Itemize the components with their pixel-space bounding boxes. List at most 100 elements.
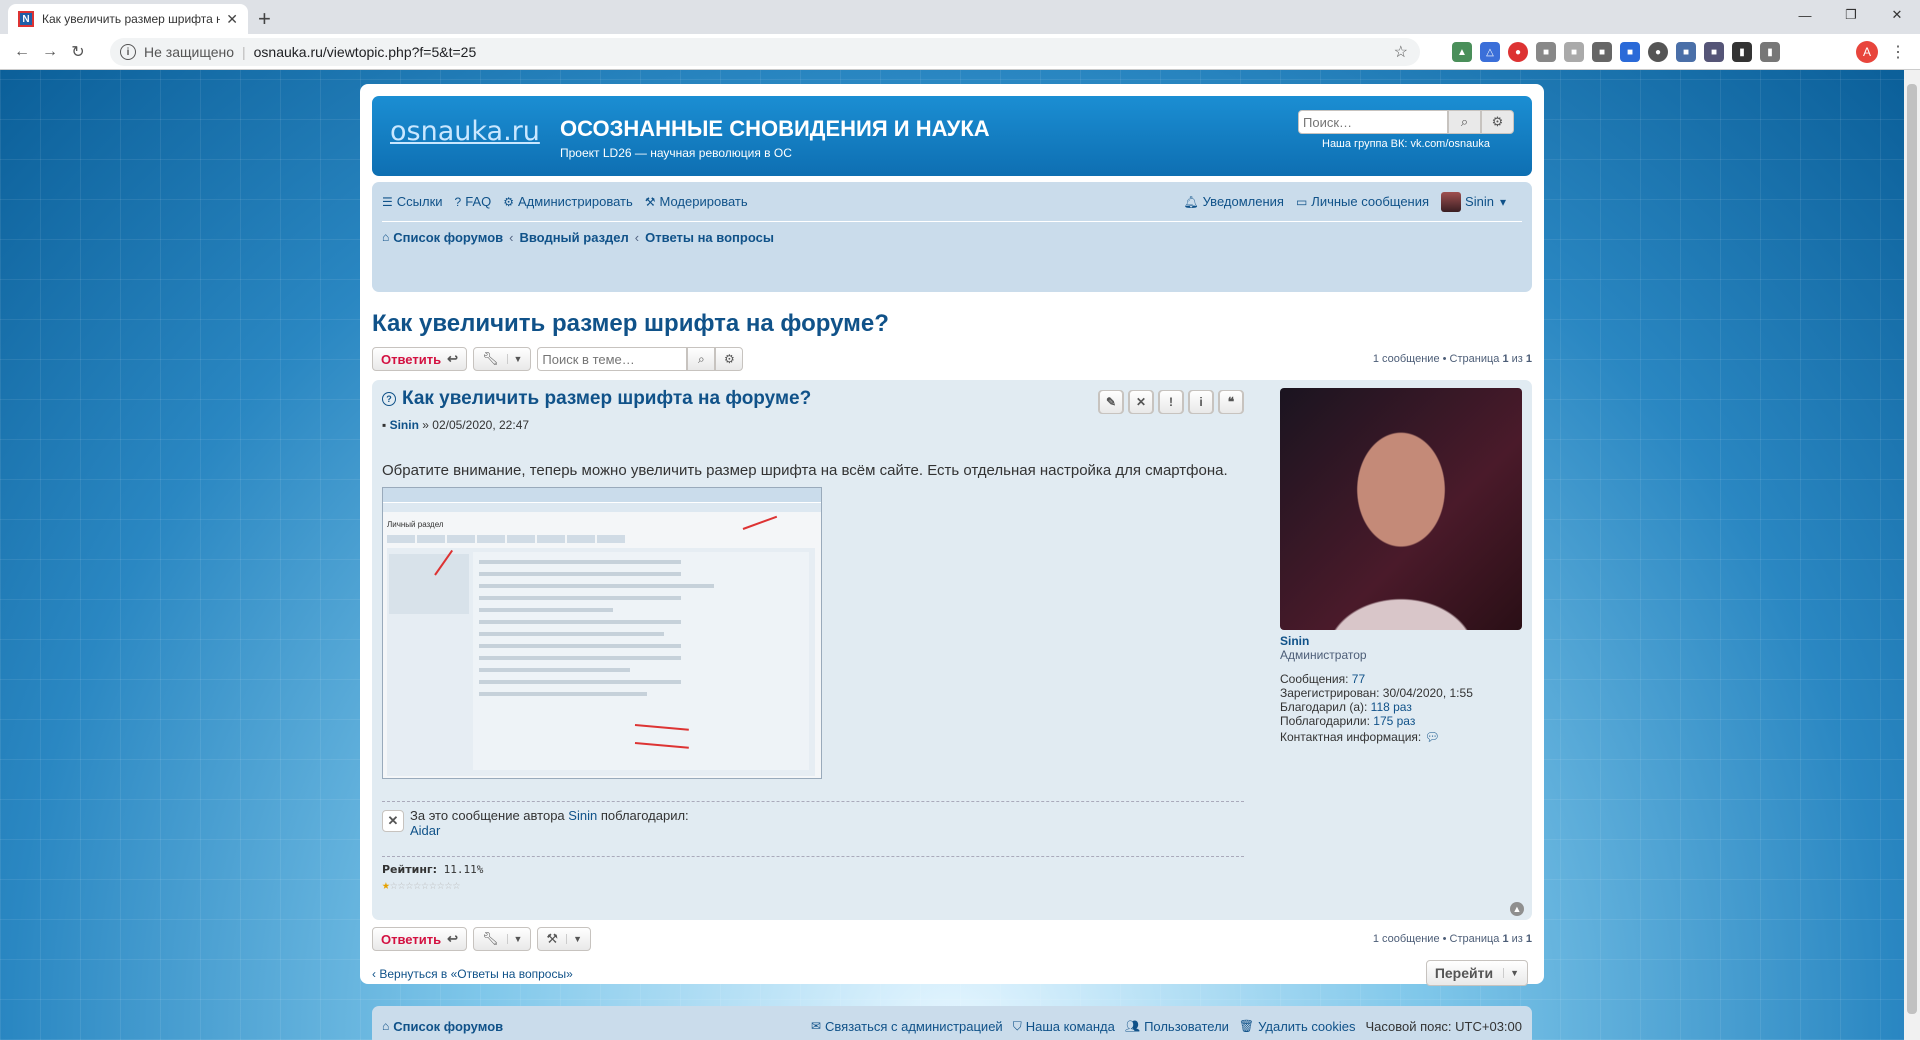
thanked-count[interactable]: 118 раз: [1371, 700, 1412, 714]
breadcrumb-home-label: Список форумов: [393, 229, 504, 245]
insecure-label: Не защищено: [144, 44, 234, 60]
scrollbar-thumb[interactable]: [1907, 84, 1917, 1014]
bookmark-star-icon[interactable]: ☆: [1394, 42, 1408, 62]
back-to-forum-link[interactable]: ‹ Вернуться в «Ответы на вопросы»: [372, 967, 573, 981]
breadcrumb-section[interactable]: Вводный раздел: [519, 230, 628, 245]
post-author-link[interactable]: Sinin: [390, 418, 419, 432]
back-icon[interactable]: ←: [8, 43, 36, 61]
extension-icon[interactable]: ■: [1676, 42, 1696, 62]
navbar: ☰ Ссылки ? FAQ ⚙ Администрировать ⚒ Модериро…: [372, 182, 1532, 292]
advanced-search-button[interactable]: ⚙: [1481, 110, 1514, 134]
rating-stars[interactable]: ★☆☆☆☆☆☆☆☆☆: [382, 878, 1244, 893]
rating-star-icon[interactable]: ☆: [413, 878, 421, 893]
extension-icon[interactable]: ■: [1704, 42, 1724, 62]
nav-admin[interactable]: ⚙ Администрировать: [503, 194, 633, 209]
thanks-block: ✕ За это сообщение автора Sinin поблагод…: [382, 801, 1244, 838]
post-attachment-image[interactable]: Личный раздел: [382, 487, 822, 779]
quick-mod-tools-button[interactable]: ⚒ ▼: [537, 927, 591, 951]
minimize-icon[interactable]: —: [1782, 0, 1828, 30]
topic-tools-button[interactable]: 🔧︎ ▼: [472, 347, 532, 371]
page-total: 1: [1525, 933, 1532, 945]
browser-tab[interactable]: N Как увеличить размер шрифта н ✕: [8, 4, 248, 34]
wrench-icon: 🔧︎: [481, 351, 499, 366]
nav-faq[interactable]: ? FAQ: [455, 194, 492, 209]
reload-icon[interactable]: ↻: [64, 42, 92, 62]
footer-members-link[interactable]: 👥︎ Пользователи: [1125, 1019, 1229, 1034]
report-post-button[interactable]: !: [1158, 390, 1184, 414]
thanks-author-link[interactable]: Sinin: [568, 808, 597, 823]
delete-post-button[interactable]: ✕: [1128, 390, 1154, 414]
topic-search-button[interactable]: ⌕: [687, 347, 716, 371]
posts-count[interactable]: 77: [1352, 672, 1365, 686]
breadcrumb-forum[interactable]: Ответы на вопросы: [645, 230, 774, 245]
rating-star-icon[interactable]: ☆: [437, 878, 445, 893]
nav-private-messages[interactable]: ▭ Личные сообщения: [1296, 194, 1429, 209]
extension-icon[interactable]: ■: [1620, 42, 1640, 62]
back-to-top-icon[interactable]: ▲: [1510, 902, 1524, 916]
rating-star-icon[interactable]: ☆: [390, 878, 398, 893]
footer-delete-cookies-link[interactable]: 🗑︎ Удалить cookies: [1239, 1019, 1356, 1034]
extension-icon[interactable]: ●: [1648, 42, 1668, 62]
pagination-top: 1 сообщение • Страница 1 из 1: [1373, 353, 1532, 365]
contact-chat-icon[interactable]: 💬︎: [1425, 730, 1440, 744]
forward-icon[interactable]: →: [36, 43, 64, 61]
menu-icon: ☰: [382, 194, 393, 209]
author-name[interactable]: Sinin: [1280, 634, 1522, 648]
footer-contact-link[interactable]: ✉ Связаться с администрацией: [811, 1019, 1003, 1034]
quote-post-button[interactable]: ❝: [1218, 390, 1244, 414]
rating-star-icon[interactable]: ☆: [452, 878, 460, 893]
topic-search-input[interactable]: [537, 347, 688, 371]
browser-menu-icon[interactable]: ⋮: [1890, 42, 1906, 62]
address-bar[interactable]: i Не защищено | osnauka.ru/viewtopic.php…: [110, 38, 1420, 66]
breadcrumb-home[interactable]: ⌂ Список форумов: [382, 230, 503, 245]
remove-thanks-button[interactable]: ✕: [382, 810, 404, 832]
topic-advanced-search-button[interactable]: ⚙: [715, 347, 744, 371]
extension-icon[interactable]: ▲: [1452, 42, 1472, 62]
reply-button[interactable]: Ответить ↩: [372, 347, 467, 371]
topic-title[interactable]: Как увеличить размер шрифта на форуме?: [372, 310, 1532, 338]
page-scrollbar[interactable]: [1904, 70, 1920, 1040]
search-input[interactable]: [1298, 110, 1448, 134]
forum-wrapper: osnauka.ru ОСОЗНАННЫЕ СНОВИДЕНИЯ И НАУКА…: [360, 84, 1544, 1040]
post-info-button[interactable]: i: [1188, 390, 1214, 414]
author-avatar[interactable]: [1280, 388, 1522, 630]
info-icon[interactable]: i: [120, 44, 136, 60]
extension-icon[interactable]: ▮: [1760, 42, 1780, 62]
window-close-icon[interactable]: ✕: [1874, 0, 1920, 30]
extension-icon[interactable]: ■: [1536, 42, 1556, 62]
tab-close-icon[interactable]: ✕: [226, 11, 238, 28]
nav-notifications[interactable]: 🔔︎ Уведомления: [1183, 194, 1284, 209]
extension-icon[interactable]: ■: [1592, 42, 1612, 62]
profile-avatar[interactable]: А: [1856, 41, 1878, 63]
jump-to-button[interactable]: Перейти ▼: [1425, 960, 1528, 986]
rating-star-icon[interactable]: ★: [382, 878, 390, 893]
thanks-user-link[interactable]: Aidar: [410, 823, 440, 838]
microphone-icon[interactable]: ▮: [1732, 42, 1752, 62]
nav-user-menu[interactable]: Sinin ▾: [1441, 191, 1510, 212]
search-button[interactable]: ⌕: [1448, 110, 1481, 134]
attachment-panel: [387, 548, 815, 776]
wrench-icon: 🔧︎: [481, 931, 499, 946]
url-text[interactable]: osnauka.ru/viewtopic.php?f=5&t=25: [254, 44, 477, 60]
footer-home-link[interactable]: ⌂ Список форумов: [382, 1019, 503, 1034]
post-content: Обратите внимание, теперь можно увеличит…: [382, 462, 1228, 479]
nav-links-menu[interactable]: ☰ Ссылки: [382, 194, 443, 209]
nav-moderate[interactable]: ⚒ Модерировать: [645, 194, 748, 209]
inbox-icon: ▭: [1295, 194, 1308, 209]
footer-team-link[interactable]: ⛉ Наша команда: [1013, 1019, 1115, 1034]
attachment-navbar: [383, 488, 821, 502]
rating-star-icon[interactable]: ☆: [421, 878, 429, 893]
breadcrumb-separator: ‹: [634, 229, 640, 245]
adblock-icon[interactable]: ●: [1508, 42, 1528, 62]
edit-post-button[interactable]: ✎: [1098, 390, 1124, 414]
topic-tools-button[interactable]: 🔧︎ ▼: [472, 927, 532, 951]
was-thanked-count[interactable]: 175 раз: [1373, 714, 1415, 728]
extension-icon[interactable]: ■: [1564, 42, 1584, 62]
reply-button[interactable]: Ответить ↩: [372, 927, 467, 951]
rating-star-icon[interactable]: ☆: [429, 878, 437, 893]
site-logo[interactable]: osnauka.ru: [390, 116, 540, 147]
address-separator: |: [242, 44, 246, 60]
maximize-icon[interactable]: ❐: [1828, 0, 1874, 30]
new-tab-icon[interactable]: +: [258, 6, 271, 32]
extension-icon[interactable]: △: [1480, 42, 1500, 62]
